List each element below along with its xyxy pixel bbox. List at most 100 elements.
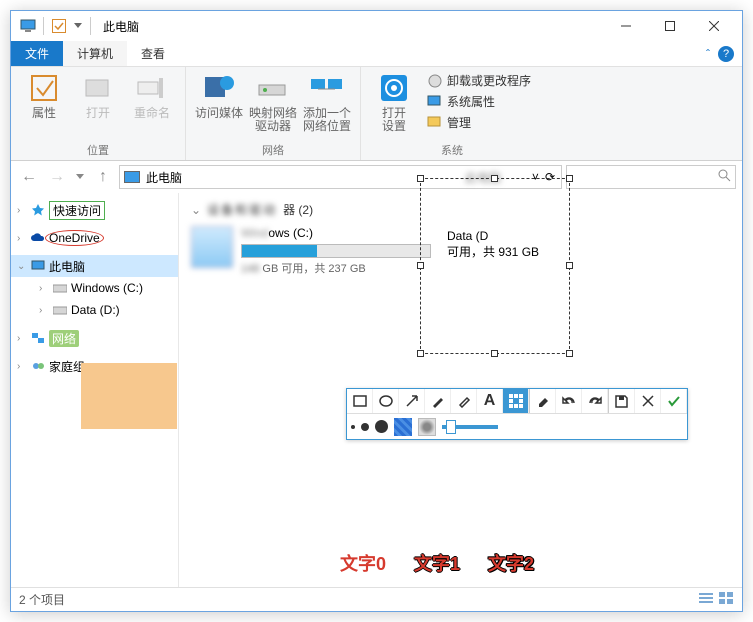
sidebar-item-network[interactable]: › 网络 xyxy=(11,327,178,349)
uninstall-button[interactable]: 卸载或更改程序 xyxy=(423,71,535,90)
open-button[interactable]: 打开 xyxy=(73,71,123,120)
monitor-icon xyxy=(124,171,140,183)
sidebar-item-drive-d[interactable]: › Data (D:) xyxy=(11,299,178,321)
cloud-icon xyxy=(30,230,46,246)
selection-marquee[interactable] xyxy=(420,178,570,354)
map-drive-button[interactable]: 映射网络驱动器 xyxy=(248,71,298,133)
system-properties-button[interactable]: 系统属性 xyxy=(423,92,535,111)
sidebar-item-label: 此电脑 xyxy=(49,258,85,275)
properties-button[interactable]: 属性 xyxy=(19,71,69,120)
manage-button[interactable]: 管理 xyxy=(423,113,535,132)
sidebar-item-label: Data (D:) xyxy=(71,303,120,317)
drive-icon xyxy=(52,302,68,318)
brush-large[interactable] xyxy=(375,420,388,433)
nav-row: ← → ↑ 此电脑 此电脑 ˅ ⟳ xyxy=(11,161,742,193)
close-button[interactable] xyxy=(692,11,736,41)
annotation-0: 文字0 xyxy=(340,550,386,576)
homegroup-icon xyxy=(30,358,46,374)
separator xyxy=(43,17,44,35)
ribbon-tabs: 文件 计算机 查看 ˆ ? xyxy=(11,41,742,67)
drive-icon xyxy=(52,280,68,296)
forward-button[interactable]: → xyxy=(45,165,69,189)
tab-view[interactable]: 查看 xyxy=(127,41,179,66)
sidebar-item-label: Windows (C:) xyxy=(71,281,143,295)
pen-tool[interactable] xyxy=(425,389,451,413)
text-tool[interactable]: A xyxy=(477,389,503,413)
ribbon: 属性 打开 重命名 位置 访问媒体 xyxy=(11,67,742,161)
add-location-button[interactable]: 添加一个网络位置 xyxy=(302,71,352,133)
window-frame: 此电脑 文件 计算机 查看 ˆ ? 属性 打开 xyxy=(10,10,743,612)
dropdown-icon[interactable] xyxy=(72,17,84,35)
marker-tool[interactable] xyxy=(451,389,477,413)
breadcrumb[interactable]: 此电脑 xyxy=(146,169,182,186)
rect-tool[interactable] xyxy=(347,389,373,413)
sidebar-item-thispc[interactable]: ⌄ 此电脑 xyxy=(11,255,178,277)
save-button[interactable] xyxy=(609,389,635,413)
open-settings-button[interactable]: 打开设置 xyxy=(369,71,419,133)
brush-medium[interactable] xyxy=(361,423,369,431)
group-label-network: 网络 xyxy=(262,142,284,158)
sidebar-item-drive-c[interactable]: › Windows (C:) xyxy=(11,277,178,299)
tab-computer[interactable]: 计算机 xyxy=(63,41,127,66)
access-media-button[interactable]: 访问媒体 xyxy=(194,71,244,120)
rename-button[interactable]: 重命名 xyxy=(127,71,177,120)
drive-icon xyxy=(191,226,233,268)
annotation-2: 文字2 xyxy=(488,550,534,576)
brush-options xyxy=(347,413,687,439)
mosaic-tool[interactable] xyxy=(503,389,529,413)
group-network: 访问媒体 映射网络驱动器 添加一个网络位置 网络 xyxy=(186,67,361,160)
cancel-button[interactable] xyxy=(635,389,661,413)
details-view-icon[interactable] xyxy=(698,591,714,608)
mosaic-style-a[interactable] xyxy=(394,418,412,436)
separator xyxy=(90,17,91,35)
brush-small[interactable] xyxy=(351,425,355,429)
help-icon[interactable]: ? xyxy=(718,46,734,62)
mosaic-style-b[interactable] xyxy=(418,418,436,436)
back-button[interactable]: ← xyxy=(17,165,41,189)
group-label-system: 系统 xyxy=(441,142,463,158)
section-count: 器 (2) xyxy=(283,201,313,218)
large-icons-view-icon[interactable] xyxy=(718,591,734,608)
arrow-tool[interactable] xyxy=(399,389,425,413)
drive-item-c[interactable]: Windows (C:) 148 GB 可用，共 237 GB xyxy=(191,226,431,276)
monitor-icon xyxy=(30,258,46,274)
window-title: 此电脑 xyxy=(103,18,139,35)
annotation-1: 文字1 xyxy=(414,550,460,576)
sidebar-item-label: 快速访问 xyxy=(49,201,105,220)
star-icon xyxy=(30,202,46,218)
up-button[interactable]: ↑ xyxy=(91,165,115,189)
group-location: 属性 打开 重命名 位置 xyxy=(11,67,186,160)
sidebar-item-label: 网络 xyxy=(49,330,79,347)
monitor-icon xyxy=(19,17,37,35)
sidebar-item-label: 家庭组 xyxy=(49,358,85,375)
group-system: 打开设置 卸载或更改程序 系统属性 管理 系统 xyxy=(361,67,543,160)
title-bar: 此电脑 xyxy=(11,11,742,41)
group-label-location: 位置 xyxy=(87,142,109,158)
sidebar-item-label: OneDrive xyxy=(49,231,100,245)
minimize-button[interactable] xyxy=(604,11,648,41)
brush-slider[interactable] xyxy=(442,425,498,429)
sidebar-item-onedrive[interactable]: › OneDrive xyxy=(11,227,178,249)
sidebar-item-quick[interactable]: › 快速访问 xyxy=(11,199,178,221)
collapse-ribbon-icon[interactable]: ˆ xyxy=(706,47,710,61)
eraser-tool[interactable] xyxy=(530,389,556,413)
ellipse-tool[interactable] xyxy=(373,389,399,413)
window-controls xyxy=(604,11,736,41)
text-annotations: 文字0 文字1 文字2 xyxy=(340,550,534,576)
check-icon[interactable] xyxy=(50,17,68,35)
screenshot-toolbar: A xyxy=(346,388,688,440)
search-icon xyxy=(718,169,731,185)
usage-bar xyxy=(241,244,431,258)
annotation-highlight xyxy=(81,363,177,429)
tab-file[interactable]: 文件 xyxy=(11,41,63,66)
section-title-blur: 设备和驱动 xyxy=(207,201,277,218)
undo-button[interactable] xyxy=(556,389,582,413)
sidebar: › 快速访问 › OneDrive ⌄ 此电脑 › xyxy=(11,193,179,587)
search-input[interactable] xyxy=(566,165,736,189)
item-count: 2 个项目 xyxy=(19,591,65,608)
status-bar: 2 个项目 xyxy=(11,587,742,611)
confirm-button[interactable] xyxy=(661,389,687,413)
redo-button[interactable] xyxy=(582,389,608,413)
maximize-button[interactable] xyxy=(648,11,692,41)
recent-dropdown[interactable] xyxy=(73,165,87,189)
